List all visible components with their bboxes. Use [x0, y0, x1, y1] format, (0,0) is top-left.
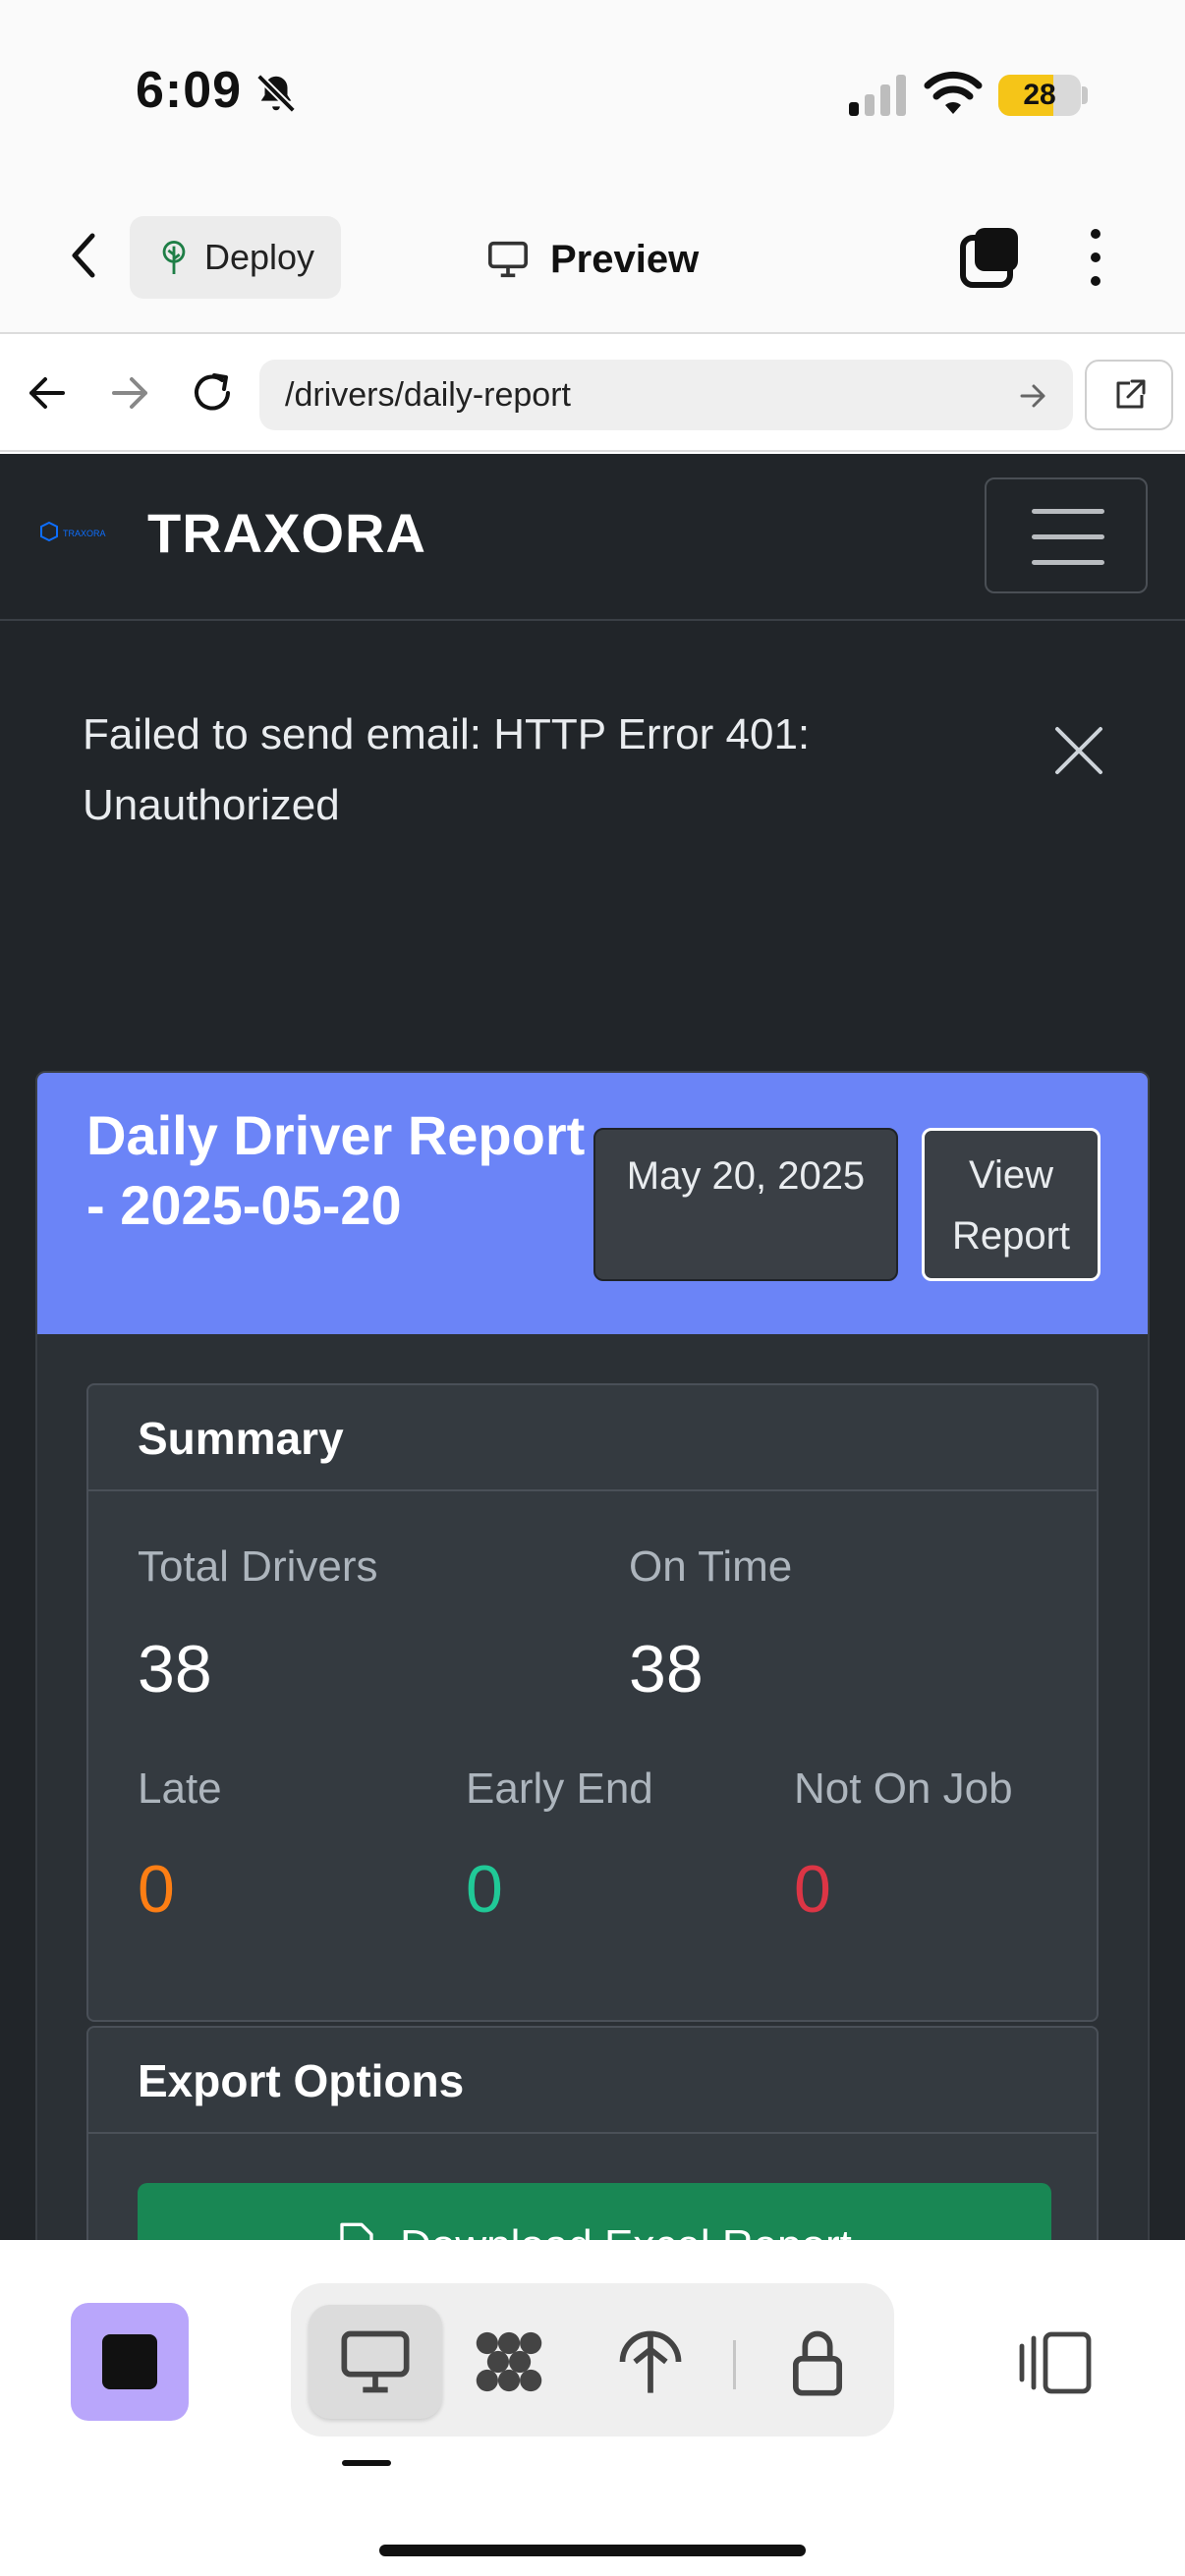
menu-bar	[1032, 560, 1104, 565]
ios-status-bar: 6:09 28	[0, 0, 1185, 187]
battery-percent: 28	[1023, 79, 1056, 111]
open-external-button[interactable]	[1085, 360, 1173, 430]
early-end-value: 0	[466, 1852, 503, 1927]
home-indicator[interactable]	[379, 2545, 806, 2556]
deploy-icon[interactable]	[613, 2324, 688, 2399]
close-icon[interactable]	[1053, 725, 1104, 776]
early-end-label: Early End	[466, 1764, 653, 1813]
app-header: Deploy Preview	[0, 187, 1185, 334]
download-excel-button[interactable]: Download Excel Report	[138, 2183, 1051, 2240]
monitor-icon[interactable]	[338, 2324, 413, 2399]
wifi-icon	[924, 71, 983, 114]
status-time: 6:09	[136, 62, 243, 119]
total-drivers-label: Total Drivers	[138, 1542, 378, 1591]
late-label: Late	[138, 1764, 222, 1813]
tabs-icon[interactable]	[959, 226, 1022, 289]
date-picker-button[interactable]: May 20, 2025	[593, 1128, 898, 1281]
menu-bar	[1032, 534, 1104, 539]
more-vertical-icon[interactable]	[1081, 226, 1110, 289]
arrow-left-icon[interactable]	[20, 365, 75, 420]
download-excel-label: Download Excel Report	[400, 2221, 852, 2240]
deploy-button[interactable]: Deploy	[130, 216, 341, 299]
preview-label: Preview	[550, 237, 700, 281]
report-title: Daily Driver Report - 2025-05-20	[86, 1104, 586, 1236]
monitor-icon	[488, 241, 528, 278]
brand-logo-text: TRAXORA	[63, 529, 106, 538]
workflow-icon[interactable]	[472, 2324, 546, 2399]
deploy-tree-icon	[162, 241, 186, 274]
summary-heading: Summary	[88, 1385, 1097, 1491]
file-excel-icon	[340, 2222, 373, 2240]
back-chevron-icon[interactable]	[59, 226, 108, 285]
report-header: Daily Driver Report - 2025-05-20 May 20,…	[37, 1073, 1148, 1334]
daily-report-card: Daily Driver Report - 2025-05-20 May 20,…	[35, 1071, 1150, 2240]
export-heading: Export Options	[88, 2028, 1097, 2134]
toolbar-divider	[733, 2340, 736, 2389]
navbar-menu-button[interactable]	[985, 477, 1148, 593]
view-report-button[interactable]: View Report	[922, 1128, 1100, 1281]
go-arrow-icon[interactable]	[1016, 379, 1049, 413]
reload-icon[interactable]	[185, 365, 240, 420]
battery-nub	[1082, 86, 1088, 104]
not-on-job-value: 0	[794, 1852, 831, 1927]
cellular-signal-icon	[849, 75, 906, 116]
deploy-label: Deploy	[204, 237, 315, 277]
arrow-right-icon[interactable]	[102, 365, 157, 420]
web-page: TRAXORA TRAXORA Failed to send email: HT…	[0, 454, 1185, 2240]
panel-toggle-icon[interactable]	[1018, 2330, 1093, 2395]
brand-logo: TRAXORA	[40, 521, 106, 542]
not-on-job-label: Not On Job	[794, 1764, 1013, 1813]
export-panel: Export Options Download Excel Report	[86, 2026, 1099, 2240]
lock-icon[interactable]	[780, 2324, 855, 2399]
preview-title: Preview	[485, 230, 699, 289]
menu-bar	[1032, 509, 1104, 514]
browser-toolbar: /drivers/daily-report	[0, 336, 1185, 452]
summary-panel: Summary Total Drivers 38 On Time 38 Late…	[86, 1383, 1099, 2022]
alert-message: Failed to send email: HTTP Error 401: Un…	[83, 710, 811, 829]
bell-slash-icon	[256, 74, 296, 113]
total-drivers-value: 38	[138, 1632, 212, 1707]
active-tab-indicator	[342, 2460, 391, 2466]
url-input[interactable]: /drivers/daily-report	[259, 360, 1073, 430]
on-time-value: 38	[629, 1632, 704, 1707]
stop-button[interactable]	[71, 2303, 189, 2421]
bottom-toolbar	[0, 2240, 1185, 2576]
on-time-label: On Time	[629, 1542, 793, 1591]
battery-icon: 28	[998, 75, 1081, 116]
late-value: 0	[138, 1852, 175, 1927]
brand-name[interactable]: TRAXORA	[147, 501, 426, 565]
stop-icon	[102, 2334, 157, 2389]
site-navbar: TRAXORA TRAXORA	[0, 454, 1185, 621]
external-link-icon	[1116, 379, 1146, 409]
